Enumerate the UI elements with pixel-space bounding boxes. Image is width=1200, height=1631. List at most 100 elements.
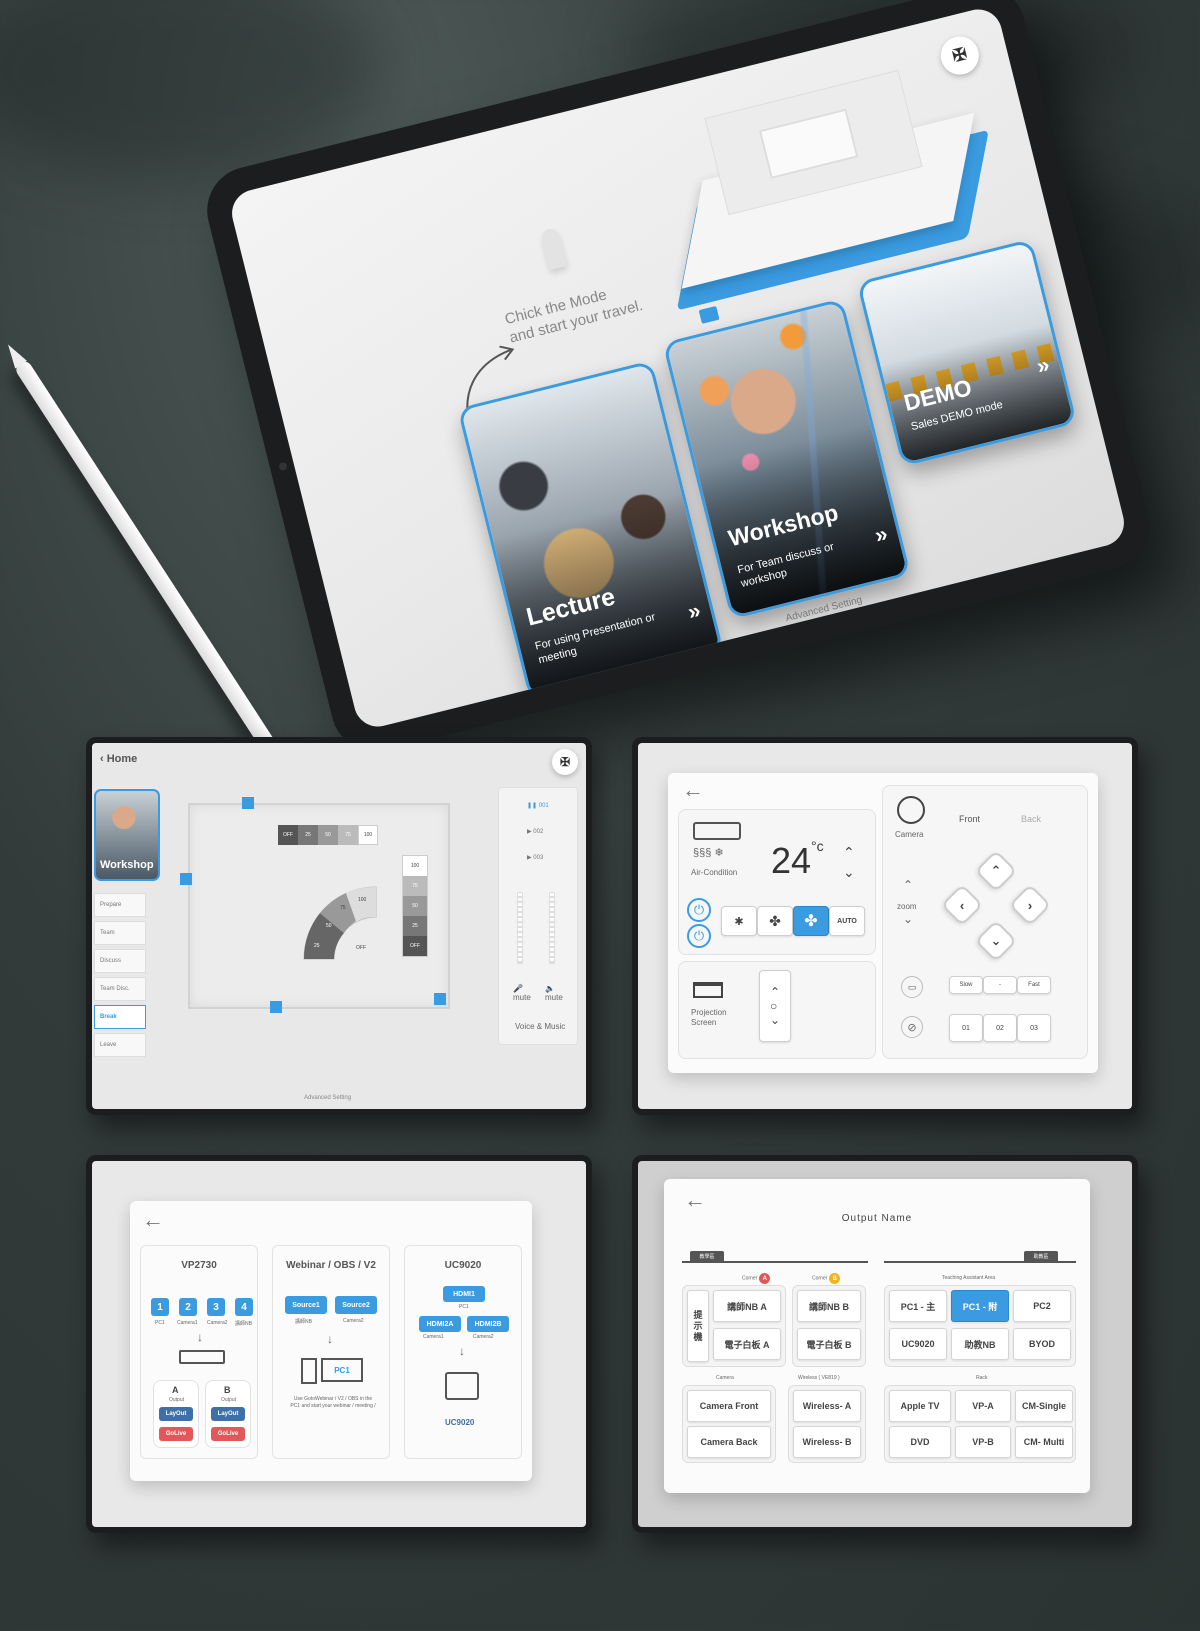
light-dimmer-top[interactable]: OFF 25 50 75 100: [278, 825, 378, 845]
hdmi2b-button[interactable]: HDMI2B: [467, 1316, 509, 1332]
fan-mid-button[interactable]: ✤: [757, 906, 793, 936]
tab-device[interactable]: Device: [895, 591, 974, 640]
vp-a-button[interactable]: VP-A: [955, 1390, 1011, 1422]
input-3-button[interactable]: 3: [207, 1298, 225, 1316]
hdmi-caption: PC1: [459, 1304, 469, 1310]
music-volume-slider[interactable]: [549, 892, 555, 964]
back-arrow-icon[interactable]: ←: [684, 1189, 706, 1211]
golive-a-button[interactable]: GoLive: [159, 1427, 193, 1441]
ac-panel: §§§ ❄ Air-Condition 24 °c ⌃ ⌄ ⏻ ⏻ ✱ ✤ ✤ …: [678, 809, 876, 955]
pan-up-button[interactable]: ⌃: [974, 849, 1018, 893]
input-4-button[interactable]: 4: [235, 1298, 253, 1316]
hdmi1-button[interactable]: HDMI1: [443, 1286, 485, 1302]
light-dimmer-right[interactable]: 100 75 50 25 OFF: [402, 855, 428, 957]
projection-up-stop-down[interactable]: ⌃ ○ ⌄: [759, 970, 791, 1042]
back-arrow-icon[interactable]: ←: [682, 779, 704, 801]
tab-display[interactable]: Display: [665, 648, 745, 697]
preset-02-button[interactable]: 02: [983, 1014, 1017, 1042]
apple-tv-button[interactable]: Apple TV: [889, 1390, 951, 1422]
step-team-disc[interactable]: Team Disc.: [94, 977, 146, 1001]
byod-button[interactable]: BYOD: [1013, 1328, 1071, 1360]
teacher-nb-a-button[interactable]: 講師NB A: [713, 1290, 781, 1322]
pan-right-button[interactable]: ›: [1008, 883, 1052, 927]
cm-multi-button[interactable]: CM- Multi: [1015, 1426, 1073, 1458]
pan-left-button[interactable]: ‹: [940, 883, 984, 927]
prompter-button[interactable]: 提示機: [687, 1290, 709, 1362]
step-team[interactable]: Team: [94, 921, 146, 945]
step-prepare[interactable]: Prepare: [94, 893, 146, 917]
ta-nb-button[interactable]: 助教NB: [951, 1328, 1009, 1360]
back-toggle[interactable]: Back: [1021, 814, 1041, 824]
ac-power-icon[interactable]: ⏻: [687, 898, 711, 922]
cm-single-button[interactable]: CM-Single: [1015, 1390, 1073, 1422]
speed-fast-button[interactable]: Fast: [1017, 976, 1051, 994]
mode-card-demo[interactable]: DEMO Sales DEMO mode »: [856, 238, 1078, 467]
source2-button[interactable]: Source2: [335, 1296, 377, 1314]
fan-dimmer-dial[interactable]: 100 75 50 25 OFF: [300, 883, 380, 963]
mic-mute-button[interactable]: 🎤 mute: [513, 984, 531, 1002]
step-discuss[interactable]: Discuss: [94, 949, 146, 973]
teacher-nb-b-button[interactable]: 講師NB B: [797, 1290, 861, 1322]
tab-light[interactable]: Light: [818, 610, 897, 659]
advanced-setting-label[interactable]: Advanced Setting: [304, 1095, 351, 1101]
home-back-link[interactable]: ‹ Home: [100, 753, 137, 765]
current-mode-thumbnail[interactable]: Workshop: [94, 789, 160, 881]
vp-b-button[interactable]: VP-B: [955, 1426, 1011, 1458]
ac-label: Air-Condition: [691, 868, 738, 877]
camera-front-button[interactable]: Camera Front: [687, 1390, 771, 1422]
golive-b-button[interactable]: GoLive: [211, 1427, 245, 1441]
rack-group-label: Rack: [976, 1375, 988, 1381]
zoom-in-chevron-icon[interactable]: ⌃: [903, 878, 913, 892]
air-conditioner-icon: [693, 822, 741, 840]
hdmi2a-button[interactable]: HDMI2A: [419, 1316, 461, 1332]
dvd-button[interactable]: DVD: [889, 1426, 951, 1458]
speed-mid-button[interactable]: -: [983, 976, 1017, 994]
uc9020-button[interactable]: UC9020: [889, 1328, 947, 1360]
fan-low-button[interactable]: ✱: [721, 906, 757, 936]
whiteboard-a-button[interactable]: 電子白板 A: [713, 1328, 781, 1360]
brand-logo-button[interactable]: ✠: [552, 749, 578, 775]
tab-voice[interactable]: Voice: [742, 629, 821, 678]
fan-high-button[interactable]: ✤: [793, 906, 829, 936]
preset-03-button[interactable]: 03: [1017, 1014, 1051, 1042]
input-2-button[interactable]: 2: [179, 1298, 197, 1316]
front-toggle[interactable]: Front: [959, 814, 980, 824]
monitor-icon[interactable]: ▭: [901, 976, 923, 998]
temp-down-chevron-icon[interactable]: ⌄: [843, 864, 855, 881]
camera-back-button[interactable]: Camera Back: [687, 1426, 771, 1458]
pc2-button[interactable]: PC2: [1013, 1290, 1071, 1322]
step-break[interactable]: Break: [94, 1005, 146, 1029]
speed-slow-button[interactable]: Slow: [949, 976, 983, 994]
source1-button[interactable]: Source1: [285, 1296, 327, 1314]
ac-power-2-icon[interactable]: ⏻: [687, 924, 711, 948]
input-1-button[interactable]: 1: [151, 1298, 169, 1316]
temp-up-chevron-icon[interactable]: ⌃: [843, 844, 855, 861]
tab-remote[interactable]: Remote: [971, 571, 1050, 621]
preset-01-button[interactable]: 01: [949, 1014, 983, 1042]
svg-text:75: 75: [340, 905, 346, 911]
pan-down-button[interactable]: ⌄: [974, 919, 1018, 963]
step-leave[interactable]: Leave: [94, 1033, 146, 1057]
camera-off-icon[interactable]: ⊘: [901, 1016, 923, 1038]
media-panel-label: Voice & Music: [515, 1022, 566, 1031]
layout-a-button[interactable]: LayOut: [159, 1407, 193, 1421]
whiteboard-b-button[interactable]: 電子白板 B: [797, 1328, 861, 1360]
wireless-a-button[interactable]: Wireless- A: [793, 1390, 861, 1422]
back-arrow-icon[interactable]: ←: [142, 1209, 164, 1231]
track-001[interactable]: ❚❚ 001: [527, 802, 549, 809]
layout-b-button[interactable]: LayOut: [211, 1407, 245, 1421]
zoom-label: zoom: [897, 902, 917, 911]
output-panel: ← Output Name 教學區 助教區 Corner A Corner B Te…: [664, 1179, 1090, 1493]
voice-volume-slider[interactable]: [517, 892, 523, 964]
stylus-pencil: [13, 358, 278, 754]
track-002[interactable]: ▶ 002: [527, 828, 543, 835]
wireless-b-button[interactable]: Wireless- B: [793, 1426, 861, 1458]
zoom-out-chevron-icon[interactable]: ⌄: [903, 912, 913, 926]
pc1-main-button[interactable]: PC1 - 主: [889, 1290, 947, 1322]
fan-auto-button[interactable]: AUTO: [829, 906, 865, 936]
svg-text:100: 100: [358, 897, 367, 903]
track-003[interactable]: ▶ 003: [527, 854, 543, 861]
camera-label: Camera: [895, 830, 924, 839]
pc1-sub-button[interactable]: PC1 - 附: [951, 1290, 1009, 1322]
speaker-mute-button[interactable]: 🔈 mute: [545, 984, 563, 1002]
